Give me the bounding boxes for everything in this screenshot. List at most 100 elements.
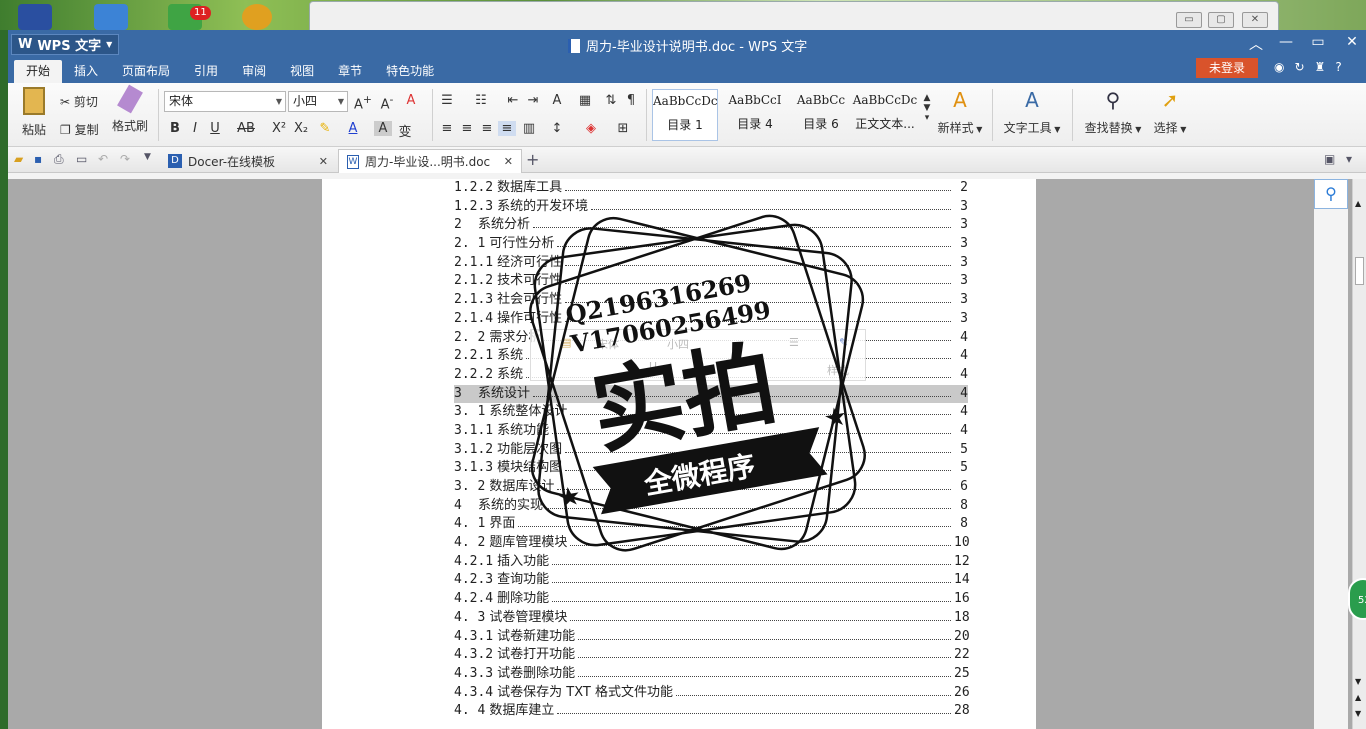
shrink-font-icon[interactable]: A- — [378, 93, 396, 112]
open-folder-icon[interactable]: ▰ — [14, 152, 23, 166]
new-style-button[interactable]: A 新样式 ▼ — [936, 87, 984, 136]
maximize-button[interactable]: ▭ — [1308, 34, 1328, 50]
subscript-icon[interactable]: X₂ — [292, 121, 310, 136]
skin-icon[interactable]: ◉ — [1274, 60, 1284, 74]
style-body-text[interactable]: AaBbCcDc 正文文本... — [852, 89, 918, 141]
show-marks-icon[interactable]: ¶ — [622, 93, 640, 108]
minimize-button[interactable]: — — [1276, 34, 1296, 50]
mini-list-icon[interactable]: ☰ — [789, 336, 799, 349]
toc-entry[interactable]: 2.1.2 技术可行性 3 — [454, 272, 968, 291]
style-toc-4[interactable]: AaBbCcI 目录 4 — [722, 89, 788, 141]
app-menu-button[interactable]: W WPS 文字 ▼ — [11, 34, 120, 55]
toc-entry[interactable]: 3. 1 系统整体设计 4 — [454, 403, 968, 422]
char-shading-icon[interactable]: A — [374, 121, 392, 136]
document-page[interactable]: 1.2.2 数据库工具 2 1.2.3 系统的开发环境 3 2 系统分析 3 2. 1 可行性分析 3… — [322, 179, 1036, 729]
toc-entry[interactable]: 2.1.4 操作可行性 3 — [454, 310, 968, 329]
grow-font-icon[interactable]: A+ — [354, 93, 372, 112]
vertical-scrollbar[interactable]: ▲ ▼ ▲ ▼ — [1352, 179, 1366, 729]
cut-button[interactable]: ✂ 剪切 — [60, 93, 98, 110]
maximize-button[interactable]: ▢ — [1208, 12, 1234, 28]
strikethrough-icon[interactable]: AB — [234, 121, 258, 136]
prev-page-icon[interactable]: ▲ — [1355, 693, 1361, 702]
mini-size-select[interactable]: 小四 — [667, 336, 689, 352]
italic-icon[interactable]: I — [186, 121, 204, 136]
shading-icon[interactable]: ◈ — [582, 121, 600, 136]
toc-entry[interactable]: 4. 4 数据库建立 28 — [454, 702, 970, 721]
toc-entry[interactable]: 3. 2 数据库设计 6 — [454, 478, 968, 497]
bullet-list-icon[interactable]: ☰ — [438, 93, 456, 108]
side-floating-badge[interactable]: 52 — [1348, 578, 1366, 620]
paste-button[interactable]: 粘贴 — [14, 87, 54, 138]
style-toc-6[interactable]: AaBbCc 目录 6 — [788, 89, 854, 141]
toc-entry[interactable]: 4.3.1 试卷新建功能 20 — [454, 628, 970, 647]
tab-review[interactable]: 审阅 — [230, 60, 278, 83]
justify-icon[interactable]: ≡ — [498, 121, 516, 136]
save-icon[interactable]: ▪ — [34, 152, 42, 166]
highlight-icon[interactable]: ✎ — [316, 121, 334, 136]
desktop-app-icon[interactable] — [18, 4, 52, 30]
tab-options-icon[interactable]: ▾ — [1346, 152, 1352, 166]
toc-entry[interactable]: 1.2.3 系统的开发环境 3 — [454, 198, 968, 217]
superscript-icon[interactable]: X² — [270, 121, 288, 136]
toc-entry[interactable]: 4.3.3 试卷删除功能 25 — [454, 665, 970, 684]
line-spacing-icon[interactable]: ↕ — [548, 121, 566, 136]
toc-entry[interactable]: 2.1.3 社会可行性 3 — [454, 291, 968, 310]
close-icon[interactable]: ✕ — [504, 155, 513, 168]
minimize-button[interactable]: ▭ — [1176, 12, 1202, 28]
toc-entry[interactable]: 4.2.3 查询功能 14 — [454, 571, 970, 590]
toc-entry[interactable]: 4. 1 界面 8 — [454, 515, 968, 534]
toc-entry[interactable]: 4.2.1 插入功能 12 — [454, 553, 970, 572]
find-replace-button[interactable]: ⚲ 查找替换 ▼ — [1082, 87, 1144, 136]
table-icon[interactable]: ▦ — [576, 93, 594, 108]
numbered-list-icon[interactable]: ☷ — [472, 93, 490, 108]
desktop-app-icon[interactable] — [242, 4, 272, 30]
toc-entry[interactable]: 3.1.2 功能层次图 5 — [454, 441, 968, 460]
decrease-indent-icon[interactable]: ⇤ — [504, 93, 522, 108]
toc-entry[interactable]: 3.1.1 系统功能 4 — [454, 422, 968, 441]
close-icon[interactable]: ✕ — [319, 155, 328, 168]
quick-access-more-icon[interactable]: ▼ — [144, 152, 151, 162]
print-preview-icon[interactable]: ▭ — [76, 152, 87, 166]
underline-icon[interactable]: U — [206, 121, 224, 136]
close-button[interactable]: ✕ — [1242, 12, 1268, 28]
location-pin-icon[interactable]: ⚲ — [1314, 179, 1348, 209]
tab-references[interactable]: 引用 — [182, 60, 230, 83]
login-button[interactable]: 未登录 — [1196, 58, 1258, 78]
tab-list-icon[interactable]: ▣ — [1324, 152, 1335, 166]
mini-pen-icon[interactable]: ✎ — [839, 336, 848, 349]
increase-indent-icon[interactable]: ⇥ — [524, 93, 542, 108]
format-painter-button[interactable]: 格式刷 — [111, 84, 149, 134]
toc-entry[interactable]: 4 系统的实现 8 — [454, 497, 968, 516]
sort-icon[interactable]: ⇅ — [602, 93, 620, 108]
border-icon[interactable]: ⊞ — [614, 121, 632, 136]
copy-button[interactable]: ❐ 复制 — [60, 121, 99, 138]
undo-icon[interactable]: ↶ — [98, 152, 108, 166]
font-size-select[interactable]: 小四 ▼ — [288, 91, 348, 112]
font-name-select[interactable]: 宋体 ▼ — [164, 91, 286, 112]
scroll-up-icon[interactable]: ▲ — [1355, 199, 1361, 208]
toc-entry[interactable]: 4.2.4 删除功能 16 — [454, 590, 970, 609]
toc-entry[interactable]: 4.3.2 试卷打开功能 22 — [454, 646, 970, 665]
change-case-icon[interactable]: A — [548, 93, 566, 108]
redo-icon[interactable]: ↷ — [120, 152, 130, 166]
scroll-down-icon[interactable]: ▼ — [1355, 677, 1361, 686]
mini-style-button[interactable]: 样式 — [827, 362, 849, 378]
toc-entry[interactable]: 4. 2 题库管理模块 10 — [454, 534, 970, 553]
ribbon-collapse-icon[interactable]: ︿ — [1246, 34, 1266, 54]
shirt-icon[interactable]: ♜ — [1315, 60, 1326, 74]
toc-entry[interactable]: 2.1.1 经济可行性 3 — [454, 254, 968, 273]
tab-section[interactable]: 章节 — [326, 60, 374, 83]
print-icon[interactable]: ⎙ — [54, 152, 64, 167]
toc-entry[interactable]: 3 系统设计 4 — [454, 384, 968, 404]
toc-entry[interactable]: 1.2.2 数据库工具 2 — [454, 179, 968, 198]
desktop-app-icon[interactable] — [94, 4, 128, 30]
style-scroll-icon[interactable]: ▲ ▼ ▾ — [918, 93, 936, 123]
mini-underline-icon[interactable]: U — [649, 360, 657, 373]
new-tab-icon[interactable]: + — [526, 150, 539, 169]
tab-view[interactable]: 视图 — [278, 60, 326, 83]
help-icon[interactable]: ? — [1335, 60, 1341, 74]
tab-docer-templates[interactable]: D Docer-在线模板 ✕ — [160, 149, 336, 173]
toc-entry[interactable]: 2. 1 可行性分析 3 — [454, 235, 968, 254]
refresh-icon[interactable]: ↻ — [1294, 60, 1304, 74]
bold-icon[interactable]: B — [166, 121, 184, 136]
